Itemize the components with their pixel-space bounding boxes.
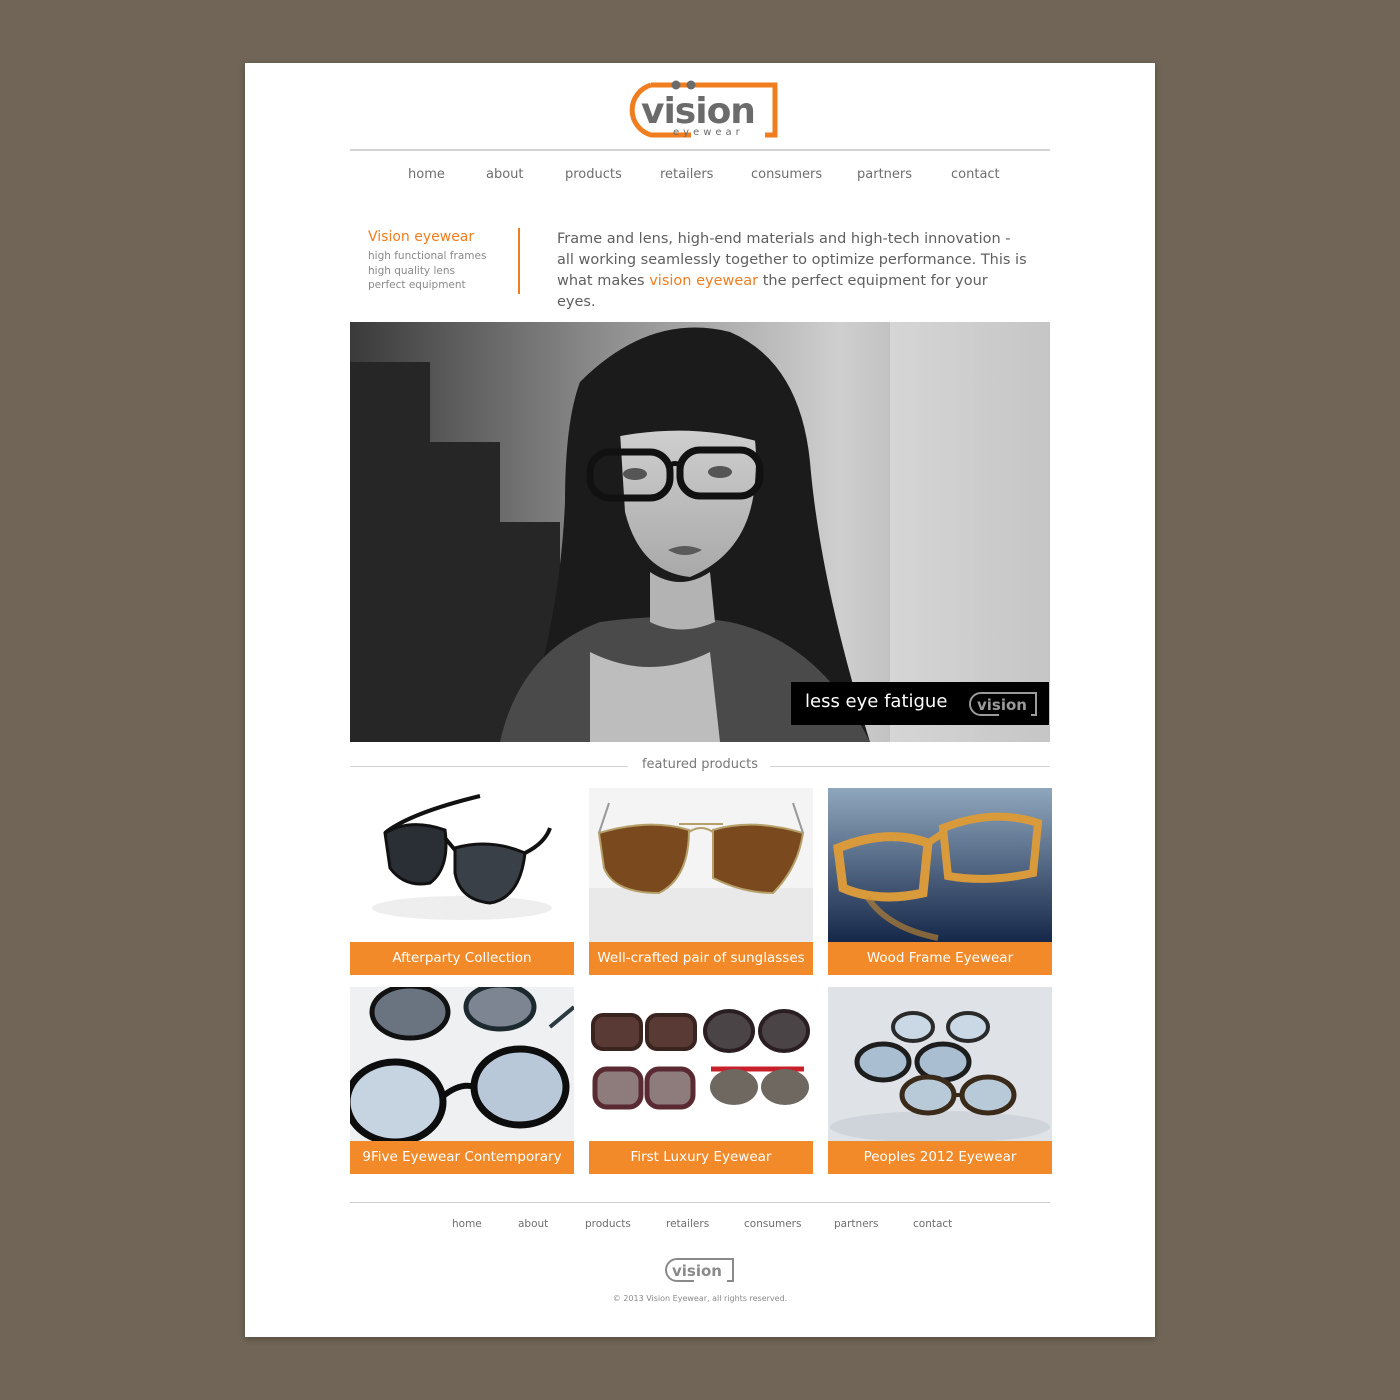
product-card[interactable]: Peoples 2012 Eyewear xyxy=(828,987,1052,1174)
nav-products[interactable]: products xyxy=(565,167,622,182)
nav-about[interactable]: about xyxy=(486,167,524,182)
nav-contact[interactable]: contact xyxy=(951,167,1000,182)
wood-frame-glasses-image xyxy=(828,788,1052,942)
page: vision eyewear home about products retai… xyxy=(245,63,1155,1337)
footer-nav-contact[interactable]: contact xyxy=(913,1218,952,1230)
nav-retailers[interactable]: retailers xyxy=(660,167,713,182)
intro-divider xyxy=(518,228,520,294)
site-logo[interactable]: vision eyewear xyxy=(621,77,779,139)
product-name: 9Five Eyewear Contemporary xyxy=(350,1141,574,1174)
product-card[interactable]: Wood Frame Eyewear xyxy=(828,788,1052,975)
copyright-text: © 2013 Vision Eyewear, all rights reserv… xyxy=(612,1294,788,1303)
footer-nav: home about products retailers consumers … xyxy=(245,1218,1155,1234)
nav-partners[interactable]: partners xyxy=(857,167,912,182)
svg-text:eyewear: eyewear xyxy=(673,127,744,138)
footer-logo[interactable]: vision xyxy=(664,1256,736,1284)
intro-line: perfect equipment xyxy=(368,279,466,291)
header-divider xyxy=(350,149,1050,151)
product-card[interactable]: First Luxury Eyewear xyxy=(589,987,813,1174)
vision-logo-icon: vision xyxy=(665,1258,734,1282)
contemporary-sunglasses-image xyxy=(350,987,574,1141)
product-name: Wood Frame Eyewear xyxy=(828,942,1052,975)
intro-paragraph: Frame and lens, high-end materials and h… xyxy=(557,229,1027,313)
footer-nav-about[interactable]: about xyxy=(518,1218,548,1230)
vision-logo-icon: vision xyxy=(969,692,1037,716)
intro-highlight: vision eyewear xyxy=(649,273,759,289)
product-card[interactable]: 9Five Eyewear Contemporary xyxy=(350,987,574,1174)
footer-nav-consumers[interactable]: consumers xyxy=(744,1218,801,1230)
hero-caption-badge: less eye fatigue vision xyxy=(791,682,1049,725)
intro-title: Vision eyewear xyxy=(368,229,475,245)
nav-home[interactable]: home xyxy=(408,167,445,182)
product-name: Afterparty Collection xyxy=(350,942,574,975)
product-name: Peoples 2012 Eyewear xyxy=(828,1141,1052,1174)
product-card[interactable]: Afterparty Collection xyxy=(350,788,574,975)
product-name: Well-crafted pair of sunglasses xyxy=(589,942,813,975)
intro-sidebar: Vision eyewear high functional frames hi… xyxy=(368,229,508,293)
main-nav: home about products retailers consumers … xyxy=(245,167,1155,187)
hero-caption: less eye fatigue xyxy=(805,691,948,712)
intro-line: high functional frames xyxy=(368,250,487,262)
featured-header: featured products xyxy=(350,757,1050,777)
luxury-sunglasses-image xyxy=(589,987,813,1141)
footer-nav-home[interactable]: home xyxy=(452,1218,482,1230)
footer-nav-partners[interactable]: partners xyxy=(834,1218,878,1230)
peoples-eyewear-image xyxy=(828,987,1052,1141)
footer-divider xyxy=(350,1202,1050,1203)
product-name: First Luxury Eyewear xyxy=(589,1141,813,1174)
svg-text:vision: vision xyxy=(672,1262,722,1280)
intro-line: high quality lens xyxy=(368,264,455,277)
footer-nav-products[interactable]: products xyxy=(585,1218,631,1230)
featured-heading: featured products xyxy=(641,757,759,772)
hero-model-image xyxy=(350,322,1050,742)
product-card[interactable]: Well-crafted pair of sunglasses xyxy=(589,788,813,975)
footer-nav-retailers[interactable]: retailers xyxy=(666,1218,709,1230)
aviator-sunglasses-image xyxy=(589,788,813,942)
svg-text:vision: vision xyxy=(977,696,1027,714)
nav-consumers[interactable]: consumers xyxy=(751,167,822,182)
sport-sunglasses-image xyxy=(350,788,574,942)
vision-logo-icon: vision eyewear xyxy=(629,80,778,138)
hero-banner[interactable]: less eye fatigue vision xyxy=(350,322,1050,742)
svg-text:vision: vision xyxy=(641,91,755,132)
